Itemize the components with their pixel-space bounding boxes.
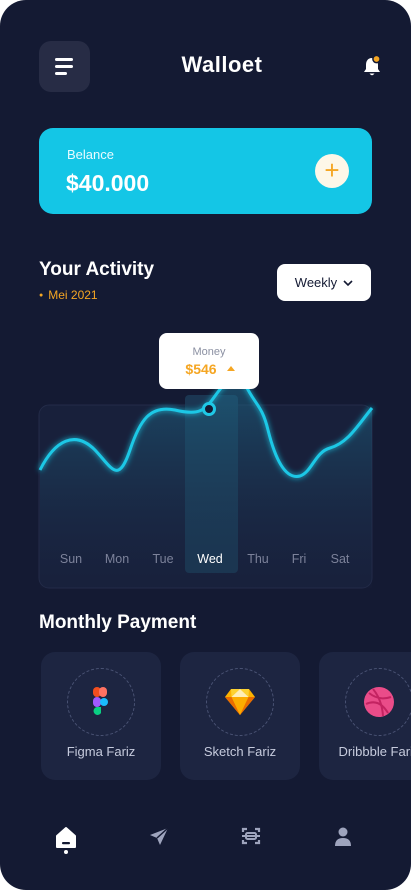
app-title: Walloet [181,52,263,77]
payment-card-dribbble[interactable]: Dribbble Fariz [319,652,411,780]
figma-icon [93,687,108,715]
bell-icon[interactable] [361,54,383,78]
home-icon[interactable] [51,821,81,851]
x-tick-label: Tue [152,552,173,566]
header: Walloet [39,40,383,92]
monthly-payment-title: Monthly Payment [39,612,197,633]
chart-point-marker [202,402,216,416]
period-value: Weekly [294,275,338,290]
dribbble-icon [364,687,394,717]
plus-icon: + [324,155,340,185]
payment-card-sketch[interactable]: Sketch Fariz [180,652,300,780]
profile-icon[interactable] [328,821,358,851]
add-balance-button[interactable]: + [315,154,349,188]
sketch-icon [225,689,255,715]
chevron-down-icon [343,264,353,301]
activity-title: Your Activity [39,259,155,280]
balance-card: Belance $40.000 + [39,128,372,214]
tooltip-label: Money [192,346,226,358]
x-tick-label: Fri [292,552,307,566]
x-tick-label: Sat [331,552,350,566]
scan-icon[interactable] [236,821,266,851]
payment-label: Dribbble Fariz [338,744,411,759]
active-indicator [64,850,68,854]
app-screen: Walloet Belance $40.000 + Your Activity … [0,0,411,890]
payment-label: Sketch Fariz [203,744,277,759]
chart-tooltip: Money $546 [159,333,259,389]
tooltip-value: $546 [185,361,216,377]
activity-date: Mei 2021 [39,288,97,302]
x-tick-label: Sun [60,552,82,566]
balance-value: $40.000 [66,170,150,196]
bottom-navigation [0,815,411,865]
payment-label: Figma Fariz [66,744,136,759]
x-tick-label: Wed [197,552,223,566]
activity-chart: Sun Mon Tue Wed Thu Fri Sat Money $546 [38,333,374,589]
balance-label: Belance [67,147,114,162]
send-icon[interactable] [144,821,174,851]
x-tick-label: Thu [247,552,269,566]
period-dropdown[interactable]: Weekly [277,264,371,301]
payment-card-figma[interactable]: Figma Fariz [41,652,161,780]
x-tick-label: Mon [105,552,129,566]
